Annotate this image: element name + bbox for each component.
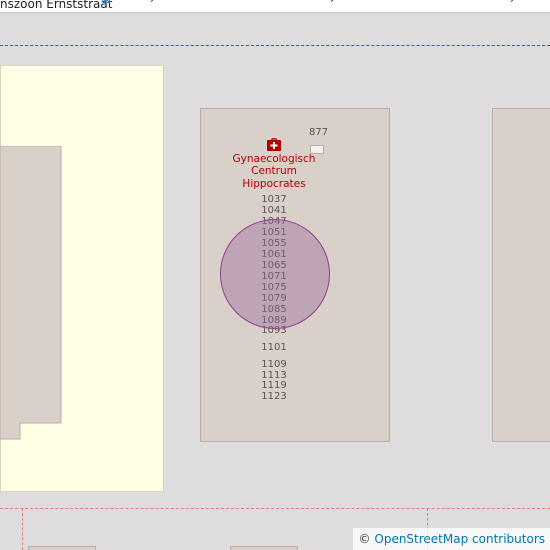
house-number: 1037 bbox=[261, 194, 287, 205]
location-marker-circle[interactable] bbox=[220, 219, 330, 329]
map-attribution: © OpenStreetMap contributors bbox=[352, 528, 550, 550]
openstreetmap-link[interactable]: OpenStreetMap contributors bbox=[374, 532, 545, 546]
hospital-icon bbox=[267, 138, 281, 151]
administrative-boundary bbox=[0, 45, 550, 46]
house-number: 1041 bbox=[261, 205, 287, 216]
house-number: 1119 bbox=[261, 380, 287, 391]
oneway-arrow-icon: → bbox=[325, 0, 334, 6]
street-name-label: nszoon Ernststraat bbox=[0, 0, 113, 11]
building-bottom bbox=[230, 546, 298, 550]
oneway-arrow-icon: → bbox=[145, 0, 154, 6]
poi-label[interactable]: Gynaecologisch Centrum Hippocrates bbox=[225, 153, 323, 190]
small-structure bbox=[310, 145, 324, 154]
bicycle-icon bbox=[102, 0, 110, 4]
oneway-arrow-icon: → bbox=[505, 0, 514, 6]
copyright-symbol: © bbox=[358, 532, 371, 546]
bottom-boundary-line bbox=[0, 508, 550, 509]
house-number: 1101 bbox=[261, 342, 287, 353]
building-left bbox=[0, 146, 62, 440]
boundary-line-vertical bbox=[22, 508, 23, 550]
building-right bbox=[492, 108, 550, 442]
house-number: 877 bbox=[309, 127, 329, 138]
house-number: 1109 bbox=[261, 359, 287, 370]
house-number: 1123 bbox=[261, 391, 287, 402]
street-road: nszoon Ernststraat → → → bbox=[0, 0, 550, 13]
building-bottom bbox=[28, 546, 96, 550]
map-view[interactable]: nszoon Ernststraat → → → Gynaecologisch … bbox=[0, 0, 550, 550]
